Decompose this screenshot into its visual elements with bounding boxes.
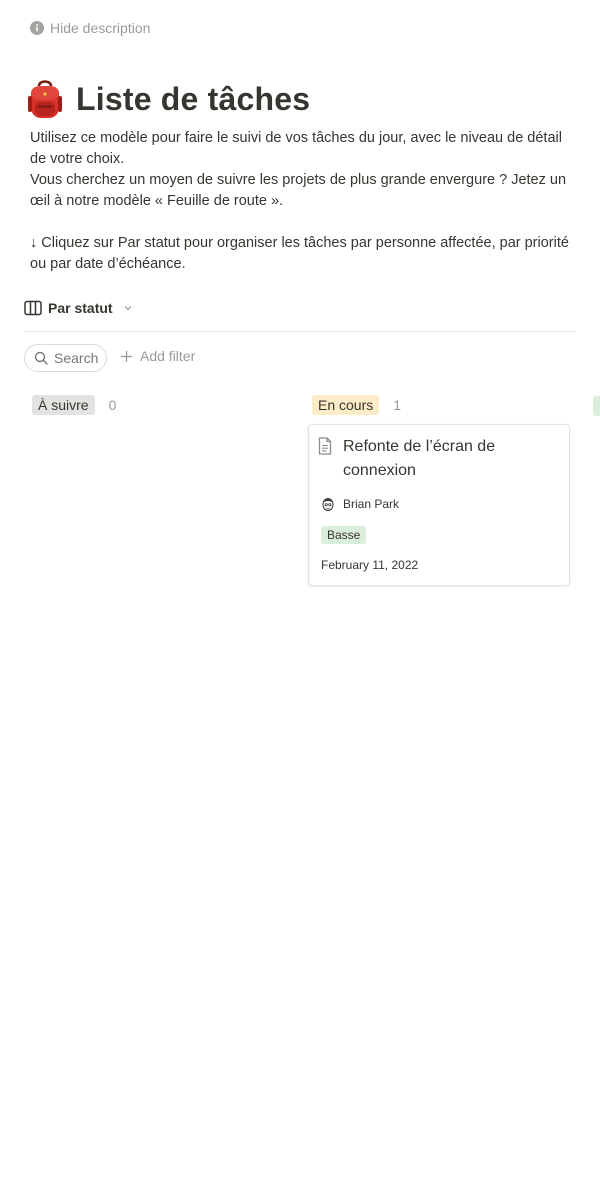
board-icon	[24, 300, 42, 316]
page-header: Liste de tâches	[26, 78, 310, 120]
description-line: ↓ Cliquez sur Par statut pour organiser …	[30, 235, 569, 272]
hide-description-button[interactable]: Hide description	[30, 20, 150, 36]
backpack-icon[interactable]	[26, 78, 64, 120]
card-assignee: Brian Park	[321, 496, 399, 512]
status-tag: À suivre	[32, 395, 95, 415]
info-icon	[30, 21, 44, 35]
add-filter-button[interactable]: Add filter	[120, 348, 195, 364]
description-line: Vous cherchez un moyen de suivre les pro…	[30, 172, 567, 209]
card-title: Refonte de l’écran de connexion	[343, 438, 496, 479]
card-date: February 11, 2022	[321, 558, 419, 572]
hide-description-label: Hide description	[50, 20, 151, 36]
chevron-down-icon	[124, 306, 132, 311]
search-icon	[34, 351, 48, 365]
column-header-partial[interactable]	[593, 396, 600, 416]
page: Hide description Liste de tâches Utilise…	[0, 0, 600, 1200]
column-count: 0	[108, 397, 117, 413]
view-label: Par statut	[48, 300, 113, 316]
column-header-a-suivre[interactable]: À suivre 0	[32, 395, 116, 415]
page-title[interactable]: Liste de tâches	[76, 81, 310, 118]
column-count: 1	[393, 397, 402, 413]
description-line: Utilisez ce modèle pour faire le suivi d…	[30, 130, 562, 167]
view-selector[interactable]: Par statut	[24, 300, 133, 316]
priority-badge: Basse	[321, 526, 367, 544]
page-description: Utilisez ce modèle pour faire le suivi d…	[30, 128, 570, 275]
column-header-en-cours[interactable]: En cours 1	[312, 395, 401, 415]
assignee-name: Brian Park	[343, 497, 400, 511]
search-label: Search	[54, 350, 99, 366]
plus-icon	[121, 350, 132, 362]
avatar-icon	[322, 498, 334, 511]
divider	[24, 331, 576, 332]
task-card[interactable]: Refonte de l’écran de connexion Brian Pa…	[308, 424, 570, 586]
document-icon	[318, 437, 332, 455]
add-filter-label: Add filter	[140, 348, 196, 364]
status-tag: En cours	[312, 395, 380, 415]
search-input[interactable]: Search	[24, 344, 108, 372]
